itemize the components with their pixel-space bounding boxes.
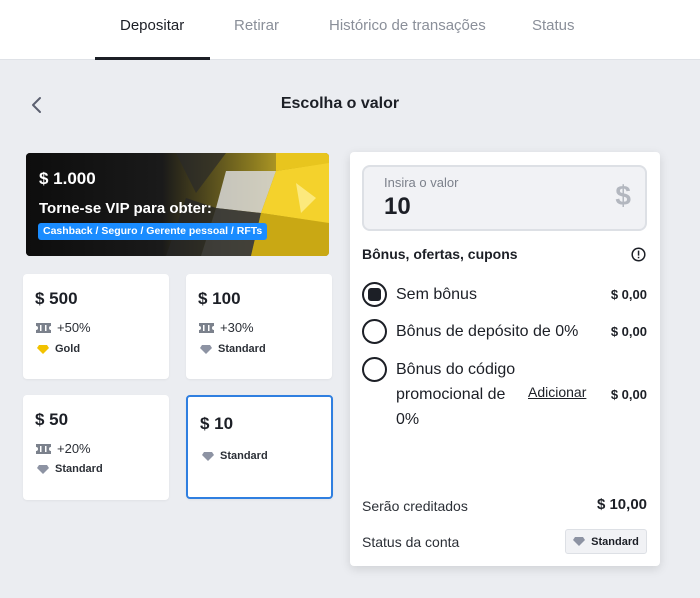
card-status-label: Standard xyxy=(218,343,266,355)
radio-selected-dot xyxy=(368,288,381,301)
amount-card-10[interactable]: $ 10 Standard xyxy=(186,395,333,499)
card-amount: $ 500 xyxy=(35,289,78,308)
amount-card-50[interactable]: $ 50 +20% Standard xyxy=(23,395,169,500)
tab-retirar[interactable]: Retirar xyxy=(234,0,279,60)
active-tab-indicator xyxy=(95,57,210,60)
vip-banner[interactable]: $ 1.000 Torne-se VIP para obter: Cashbac… xyxy=(26,153,329,256)
card-status-label: Standard xyxy=(220,450,268,462)
card-bonus: +50% xyxy=(35,320,91,335)
bonus-option-label-line-2: promocional de xyxy=(396,386,506,403)
ticket-icon xyxy=(36,443,51,454)
card-bonus-label: +50% xyxy=(57,320,91,335)
dollar-icon: $ xyxy=(615,180,631,211)
bonus-option-label: Sem bônus xyxy=(396,286,477,303)
standard-gem-icon xyxy=(202,451,214,461)
card-amount: $ 100 xyxy=(198,289,241,308)
bonus-option-value: $ 0,00 xyxy=(610,387,647,402)
card-status-label: Standard xyxy=(55,463,103,475)
vip-amount: $ 1.000 xyxy=(39,169,96,188)
page-title: Escolha o valor xyxy=(280,95,400,112)
standard-gem-icon xyxy=(573,537,586,546)
radio-button[interactable] xyxy=(362,282,387,307)
bonus-option-none[interactable]: Sem bônus $ 0,00 xyxy=(362,282,652,308)
radio-button[interactable] xyxy=(362,319,387,344)
account-status-value: Standard xyxy=(591,535,639,548)
ticket-icon xyxy=(36,322,51,333)
card-bonus: +30% xyxy=(198,320,254,335)
standard-gem-icon xyxy=(37,464,49,474)
card-amount: $ 50 xyxy=(35,410,69,429)
account-status-label: Status da conta xyxy=(362,534,460,550)
card-status: Gold xyxy=(37,343,80,355)
card-status: Standard xyxy=(37,463,103,475)
standard-gem-icon xyxy=(200,344,212,354)
add-promo-code-link[interactable]: Adicionar xyxy=(528,384,586,400)
tab-status[interactable]: Status xyxy=(532,0,575,60)
info-icon[interactable] xyxy=(631,247,646,262)
account-status-badge: Standard xyxy=(565,529,647,554)
card-bonus-label: +20% xyxy=(57,441,91,456)
amount-input[interactable]: Insira o valor 10 $ xyxy=(362,165,647,231)
bonus-option-label-line-1: Bônus do código xyxy=(396,361,516,378)
bonus-option-value: $ 0,00 xyxy=(610,287,647,302)
card-bonus: +20% xyxy=(35,441,91,456)
card-status-label: Gold xyxy=(55,343,81,355)
card-status: Standard xyxy=(200,343,266,355)
bonus-option-deposit[interactable]: Bônus de depósito de 0% $ 0,00 xyxy=(362,319,652,345)
tab-historico[interactable]: Histórico de transações xyxy=(329,0,486,60)
amount-card-100[interactable]: $ 100 +30% Standard xyxy=(186,274,332,379)
bonus-option-label: Bônus de depósito de 0% xyxy=(396,323,579,340)
card-amount: $ 10 xyxy=(200,414,234,433)
card-bonus-label: +30% xyxy=(220,320,254,335)
vip-text: Torne-se VIP para obter: xyxy=(39,200,212,217)
amount-card-500[interactable]: $ 500 +50% Gold xyxy=(23,274,169,379)
radio-button[interactable] xyxy=(362,357,387,382)
vip-benefits-badge: Cashback / Seguro / Gerente pessoal / RF… xyxy=(38,223,268,240)
credited-label: Serão creditados xyxy=(362,498,468,514)
bonus-option-label-line-3: 0% xyxy=(396,411,420,428)
tab-depositar[interactable]: Depositar xyxy=(120,0,184,60)
card-status: Standard xyxy=(202,450,268,462)
amount-input-label: Insira o valor xyxy=(384,175,459,190)
bonus-option-promo-code[interactable]: Bônus do código promocional de 0% $ 0,00 xyxy=(362,357,652,437)
deposit-panel: Insira o valor 10 $ Bônus, ofertas, cupo… xyxy=(350,152,660,566)
ticket-icon xyxy=(199,322,214,333)
bonus-option-value: $ 0,00 xyxy=(610,324,647,339)
bonus-section-title: Bônus, ofertas, cupons xyxy=(362,246,518,262)
gold-gem-icon xyxy=(37,344,49,354)
credited-value: $ 10,00 xyxy=(596,496,647,513)
top-navigation: Depositar Retirar Histórico de transaçõe… xyxy=(0,0,700,60)
amount-input-value: 10 xyxy=(384,193,411,220)
